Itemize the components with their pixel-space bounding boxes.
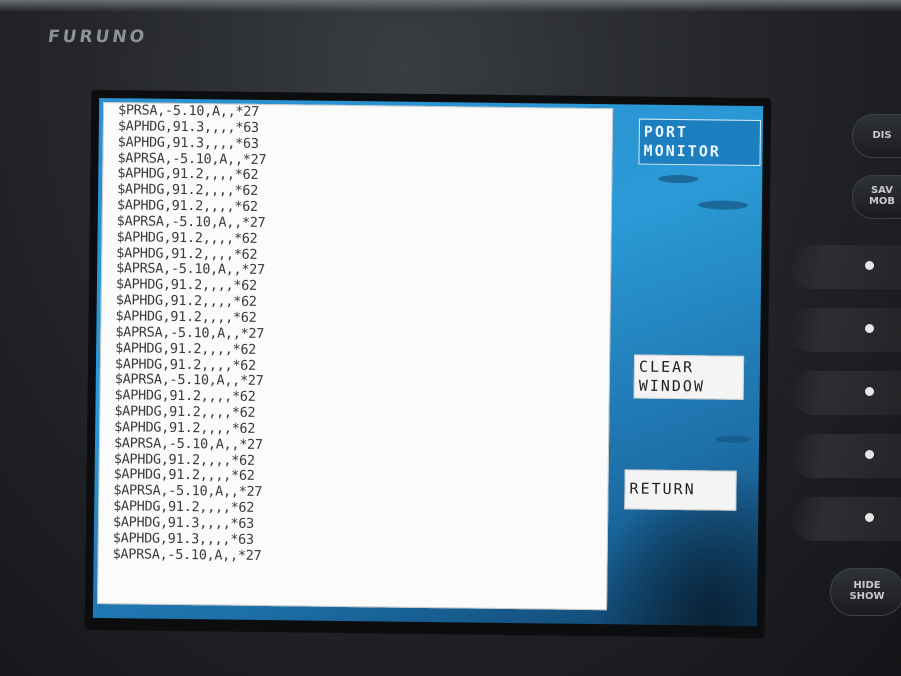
soft-key-2[interactable] <box>791 308 901 352</box>
soft-key-dot <box>865 387 874 396</box>
clear-window-label-2: WINDOW <box>638 376 706 396</box>
disp-key-label: DIS <box>872 130 892 141</box>
fish-silhouette <box>658 174 699 184</box>
soft-key-3[interactable] <box>791 371 901 415</box>
title-line-1: PORT <box>643 122 689 142</box>
brand-logo: FURUNO <box>46 27 149 47</box>
log-list: $PRSA,-5.10,A,,*27 $APHDG,91.3,,,,*63 $APH… <box>112 102 267 564</box>
soft-key-1[interactable] <box>791 245 901 289</box>
top-glare <box>0 0 901 12</box>
title-line-2: MONITOR <box>643 141 721 161</box>
return-label: RETURN <box>629 479 696 499</box>
hide-key-label-2: SHOW <box>849 591 885 602</box>
fish-silhouette <box>697 200 749 210</box>
soft-key-4[interactable] <box>791 434 901 478</box>
save-key-label-1: SAV <box>870 185 893 196</box>
save-key-label-2: MOB <box>868 196 896 207</box>
soft-key-dot <box>865 450 874 459</box>
log-line: $APRSA,-5.10,A,,*27 <box>112 545 262 564</box>
soft-key-dot <box>865 261 874 270</box>
port-monitor-title: PORT MONITOR <box>638 118 762 167</box>
screen-frame: $PRSA,-5.10,A,,*27 $APHDG,91.3,,,,*63 $APH… <box>84 89 772 639</box>
hide-key-label-1: HIDE <box>853 580 881 591</box>
soft-key-dot <box>865 324 874 333</box>
hide-show-key[interactable]: HIDE SHOW <box>830 568 901 616</box>
disp-key[interactable]: DIS <box>852 114 901 158</box>
soft-key-5[interactable] <box>791 497 901 541</box>
fish-silhouette <box>715 435 752 443</box>
save-mob-key[interactable]: SAV MOB <box>852 175 901 219</box>
return-button[interactable]: RETURN <box>624 469 737 511</box>
clear-window-button[interactable]: CLEAR WINDOW <box>633 354 745 400</box>
clear-window-label-1: CLEAR <box>638 357 695 377</box>
soft-key-dot <box>865 513 874 522</box>
screen: $PRSA,-5.10,A,,*27 $APHDG,91.3,,,,*63 $APH… <box>92 97 764 627</box>
port-monitor-log-window[interactable]: $PRSA,-5.10,A,,*27 $APHDG,91.3,,,,*63 $APH… <box>97 102 614 611</box>
